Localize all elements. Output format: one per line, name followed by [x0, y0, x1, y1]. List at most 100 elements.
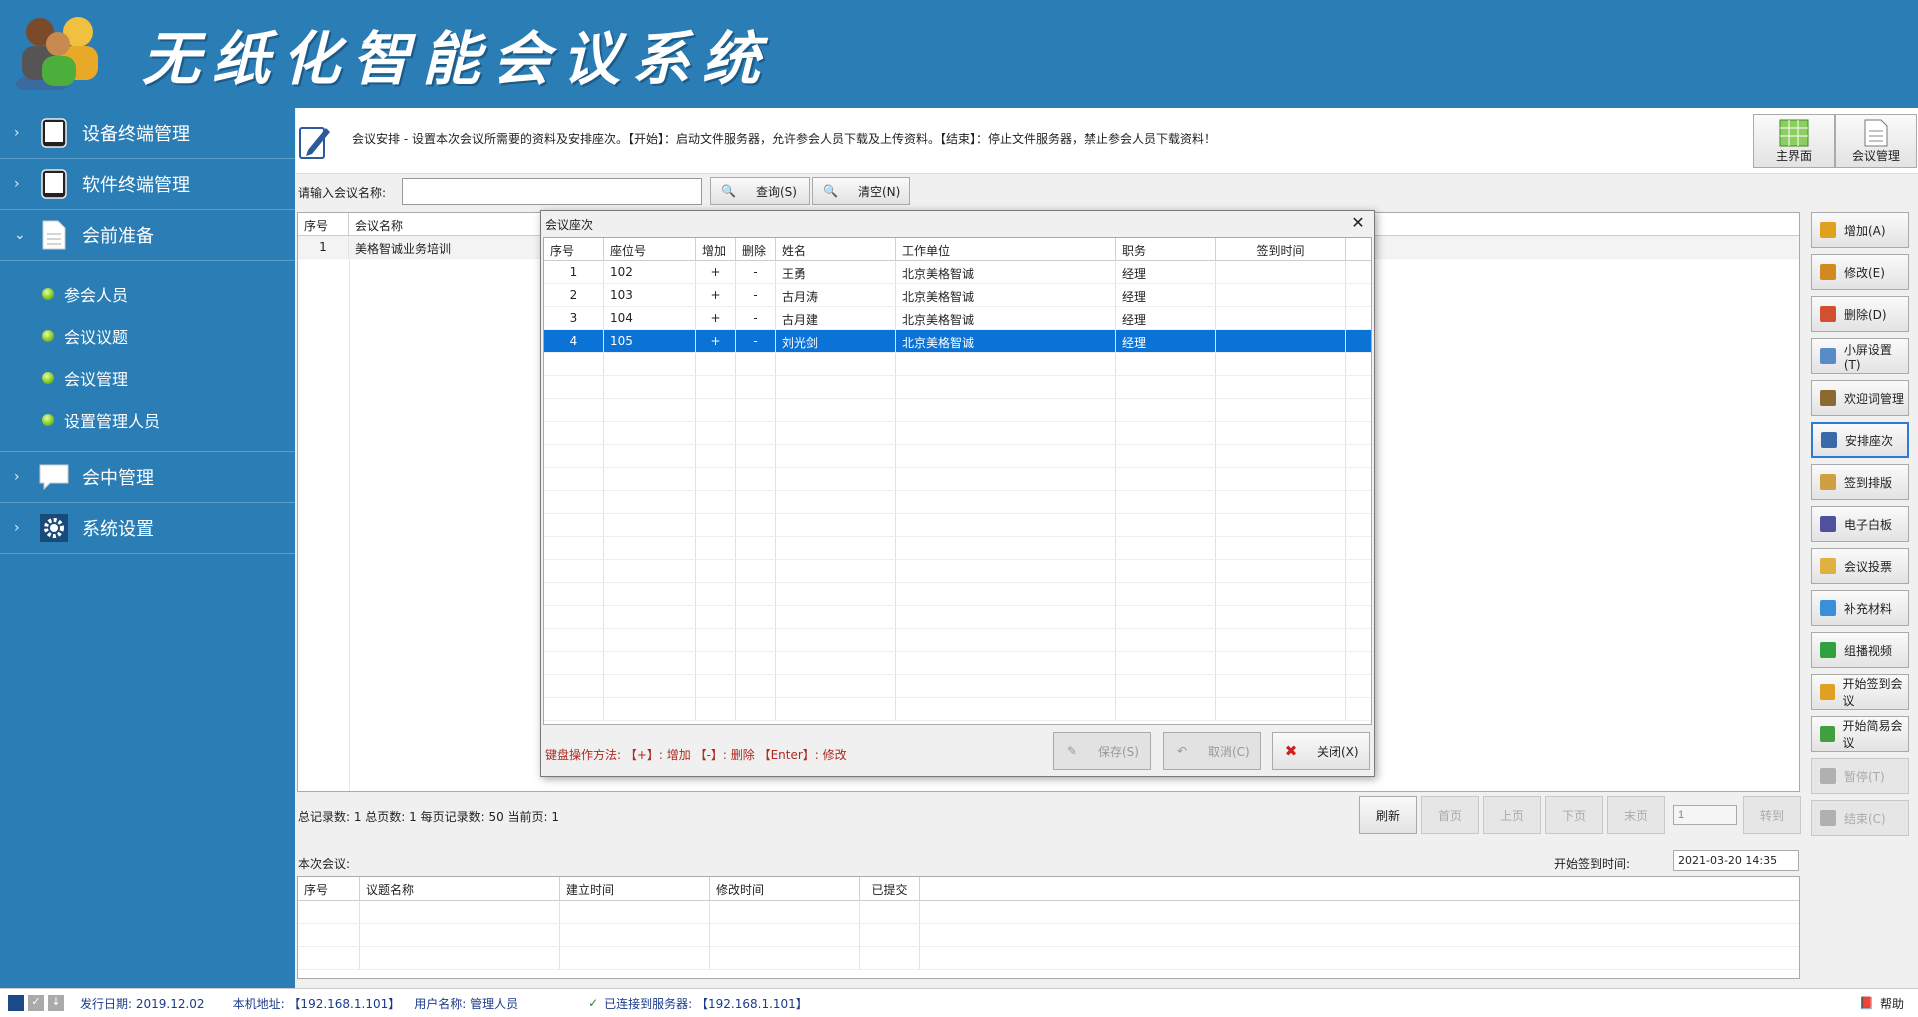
column-header[interactable]: 序号 [544, 238, 604, 260]
prev-page-button[interactable]: 上页 [1483, 796, 1541, 834]
column-header[interactable]: 签到时间 [1216, 238, 1346, 260]
action-button-add[interactable]: 增加(A) [1811, 212, 1909, 248]
query-button[interactable]: 🔍 查询(S) [710, 177, 810, 205]
table-cell[interactable]: + [696, 307, 736, 329]
table-cell[interactable] [696, 491, 736, 513]
table-cell[interactable]: + [696, 261, 736, 283]
nav-group-device-terminal[interactable]: › 设备终端管理 [0, 108, 295, 159]
save-button[interactable]: ✎ 保存(S) [1053, 732, 1151, 770]
close-icon[interactable]: ✕ [1348, 213, 1368, 233]
action-button-welcome[interactable]: 欢迎词管理 [1811, 380, 1909, 416]
table-cell[interactable] [696, 537, 736, 559]
action-button-video[interactable]: 组播视频 [1811, 632, 1909, 668]
column-header[interactable]: 座位号 [604, 238, 696, 260]
table-cell[interactable] [736, 652, 776, 674]
empty-row[interactable] [544, 675, 1371, 698]
nav-group-pre-meeting[interactable]: ⌄ 会前准备 [0, 210, 295, 261]
table-cell[interactable] [696, 652, 736, 674]
table-cell[interactable] [696, 606, 736, 628]
nav-group-system-settings[interactable]: › 系统设置 [0, 503, 295, 554]
seating-row[interactable]: 2 103 + - 古月涛 北京美格智诚 经理 [544, 284, 1371, 307]
empty-row[interactable] [544, 606, 1371, 629]
table-cell[interactable] [736, 445, 776, 467]
table-cell[interactable] [696, 583, 736, 605]
column-header[interactable]: 序号 [298, 213, 349, 235]
action-button-vote[interactable]: 会议投票 [1811, 548, 1909, 584]
column-header[interactable]: 已提交 [860, 877, 920, 900]
goto-page-button[interactable]: 转到 [1743, 796, 1801, 834]
table-cell[interactable] [696, 376, 736, 398]
table-cell[interactable]: - [736, 261, 776, 283]
empty-row[interactable] [544, 514, 1371, 537]
action-button-pause[interactable]: 暂停(T) [1811, 758, 1909, 794]
table-cell[interactable] [736, 491, 776, 513]
column-header[interactable]: 议题名称 [360, 877, 560, 900]
action-button-seat[interactable]: 安排座次 [1811, 422, 1909, 458]
sign-start-time-input[interactable]: 2021-03-20 14:35 [1673, 850, 1799, 871]
table-cell[interactable] [736, 537, 776, 559]
meeting-name-search-input[interactable] [402, 178, 702, 205]
table-cell[interactable] [696, 353, 736, 375]
table-cell[interactable]: + [696, 284, 736, 306]
table-cell[interactable] [696, 560, 736, 582]
table-cell[interactable]: + [696, 330, 736, 352]
table-cell[interactable] [736, 675, 776, 697]
action-button-signin-layout[interactable]: 签到排版 [1811, 464, 1909, 500]
column-header[interactable]: 姓名 [776, 238, 896, 260]
table-cell[interactable]: - [736, 307, 776, 329]
action-button-delete[interactable]: 删除(D) [1811, 296, 1909, 332]
column-header[interactable]: 工作单位 [896, 238, 1116, 260]
refresh-button[interactable]: 刷新 [1359, 796, 1417, 834]
action-button-stop[interactable]: 结束(C) [1811, 800, 1909, 836]
empty-row[interactable] [544, 376, 1371, 399]
action-button-doc-add[interactable]: 开始简易会议 [1811, 716, 1909, 752]
download-icon[interactable]: ↓ [48, 995, 64, 1011]
nav-group-software-terminal[interactable]: › 软件终端管理 [0, 159, 295, 210]
table-cell[interactable] [736, 606, 776, 628]
check-icon[interactable]: ✓ [28, 995, 44, 1011]
table-cell[interactable] [696, 698, 736, 720]
table-cell[interactable] [736, 583, 776, 605]
nav-group-in-meeting[interactable]: › 会中管理 [0, 452, 295, 503]
dialog-close-button[interactable]: ✖ 关闭(X) [1272, 732, 1370, 770]
first-page-button[interactable]: 首页 [1421, 796, 1479, 834]
empty-row[interactable] [544, 422, 1371, 445]
sidebar-item-agenda[interactable]: 会议议题 [0, 315, 295, 357]
seating-row[interactable]: 4 105 + - 刘光剑 北京美格智诚 经理 [544, 330, 1371, 353]
empty-row[interactable] [544, 560, 1371, 583]
table-cell[interactable] [736, 353, 776, 375]
empty-row[interactable] [544, 537, 1371, 560]
table-row[interactable] [298, 947, 1799, 970]
column-header[interactable]: 序号 [298, 877, 360, 900]
table-cell[interactable]: - [736, 330, 776, 352]
meeting-management-button[interactable]: 会议管理 [1835, 114, 1917, 168]
table-cell[interactable] [736, 514, 776, 536]
sidebar-item-admin-users[interactable]: 设置管理人员 [0, 399, 295, 441]
empty-row[interactable] [544, 468, 1371, 491]
empty-row[interactable] [544, 399, 1371, 422]
empty-row[interactable] [544, 583, 1371, 606]
seating-row[interactable]: 3 104 + - 古月建 北京美格智诚 经理 [544, 307, 1371, 330]
empty-row[interactable] [544, 353, 1371, 376]
table-cell[interactable] [696, 629, 736, 651]
column-header[interactable]: 职务 [1116, 238, 1216, 260]
table-row[interactable] [298, 901, 1799, 924]
home-button[interactable]: 主界面 [1753, 114, 1835, 168]
table-cell[interactable] [736, 629, 776, 651]
column-header[interactable]: 修改时间 [710, 877, 860, 900]
table-cell[interactable] [696, 399, 736, 421]
empty-row[interactable] [544, 491, 1371, 514]
empty-row[interactable] [544, 698, 1371, 721]
empty-row[interactable] [544, 652, 1371, 675]
table-cell[interactable] [736, 468, 776, 490]
table-cell[interactable] [736, 698, 776, 720]
table-cell[interactable] [736, 560, 776, 582]
table-cell[interactable] [696, 675, 736, 697]
cancel-button[interactable]: ↶ 取消(C) [1163, 732, 1261, 770]
table-cell[interactable] [696, 468, 736, 490]
clear-button[interactable]: 🔍 清空(N) [812, 177, 910, 205]
page-number-input[interactable] [1673, 805, 1737, 825]
empty-row[interactable] [544, 629, 1371, 652]
table-cell[interactable]: - [736, 284, 776, 306]
table-row[interactable] [298, 924, 1799, 947]
